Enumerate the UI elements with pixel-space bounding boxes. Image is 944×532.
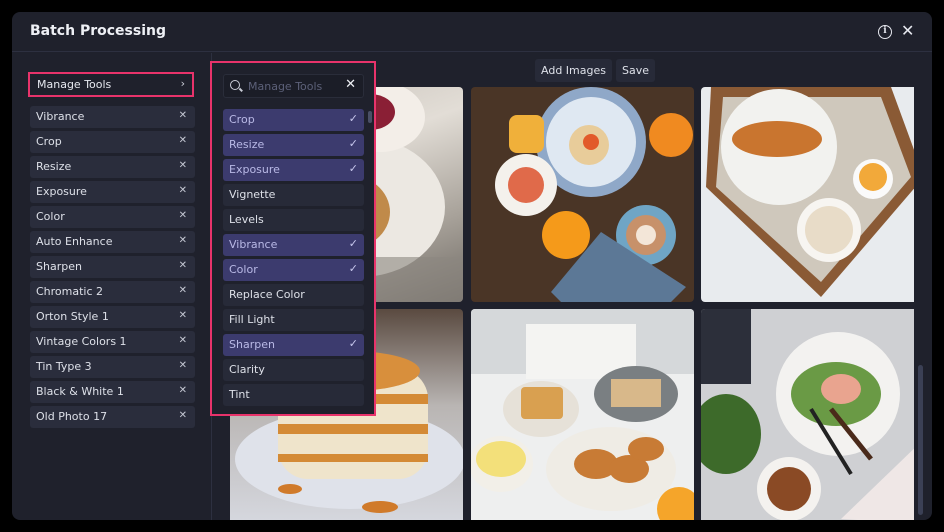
applied-tool-item[interactable]: Crop ✕ <box>30 131 195 153</box>
gallery-scrollbar-thumb[interactable] <box>918 365 923 515</box>
applied-tool-item[interactable]: Tin Type 3 ✕ <box>30 356 195 378</box>
tool-option-label: Vibrance <box>229 238 278 251</box>
applied-tool-label: Crop <box>36 135 62 148</box>
checkmark-icon: ✓ <box>348 337 358 350</box>
applied-tool-item[interactable]: Orton Style 1 ✕ <box>30 306 195 328</box>
tool-option-label: Resize <box>229 138 265 151</box>
window-title: Batch Processing <box>30 23 166 39</box>
tool-option-label: Levels <box>229 213 264 226</box>
applied-tool-label: Vintage Colors 1 <box>36 335 127 348</box>
applied-tools-list: Vibrance ✕ Crop ✕ Resize ✕ Exposure ✕ Color ✕ Auto… <box>30 106 195 431</box>
save-button[interactable]: Save <box>616 59 656 82</box>
info-icon[interactable]: i <box>878 25 892 39</box>
chevron-right-icon: › <box>180 77 185 90</box>
manage-tools-button[interactable]: Manage Tools › <box>28 72 194 97</box>
batch-processing-window: Batch Processing i ✕ Manage Tools › Vibr… <box>12 12 932 520</box>
applied-tool-item[interactable]: Vibrance ✕ <box>30 106 195 128</box>
applied-tools-panel: Manage Tools › Vibrance ✕ Crop ✕ Resize ✕ Expo… <box>12 53 212 520</box>
tool-option-item[interactable]: Crop ✓ <box>223 109 364 131</box>
remove-tool-icon[interactable]: ✕ <box>179 235 187 246</box>
tool-option-item[interactable]: Vibrance ✓ <box>223 234 364 256</box>
remove-tool-icon[interactable]: ✕ <box>179 410 187 421</box>
tool-option-item[interactable]: Vignette <box>223 184 364 206</box>
remove-tool-icon[interactable]: ✕ <box>179 360 187 371</box>
applied-tool-item[interactable]: Black & White 1 ✕ <box>30 381 195 403</box>
tool-option-label: Crop <box>229 113 255 126</box>
applied-tool-label: Orton Style 1 <box>36 310 109 323</box>
applied-tool-item[interactable]: Chromatic 2 ✕ <box>30 281 195 303</box>
tool-search-input[interactable] <box>248 78 338 94</box>
tool-option-label: Tint <box>229 388 250 401</box>
tool-option-item[interactable]: Color ✓ <box>223 259 364 281</box>
dropdown-scrollbar-thumb[interactable] <box>368 111 372 123</box>
applied-tool-item[interactable]: Sharpen ✕ <box>30 256 195 278</box>
remove-tool-icon[interactable]: ✕ <box>179 160 187 171</box>
checkmark-icon: ✓ <box>348 162 358 175</box>
remove-tool-icon[interactable]: ✕ <box>179 335 187 346</box>
remove-tool-icon[interactable]: ✕ <box>179 135 187 146</box>
gallery-image-salad-coffee[interactable] <box>701 309 914 520</box>
close-icon[interactable]: ✕ <box>901 22 914 40</box>
remove-tool-icon[interactable]: ✕ <box>179 385 187 396</box>
tool-option-item[interactable]: Tint <box>223 384 364 406</box>
applied-tool-item[interactable]: Old Photo 17 ✕ <box>30 406 195 428</box>
applied-tool-item[interactable]: Vintage Colors 1 ✕ <box>30 331 195 353</box>
checkmark-icon: ✓ <box>348 237 358 250</box>
applied-tool-label: Black & White 1 <box>36 385 124 398</box>
tool-option-label: Replace Color <box>229 288 305 301</box>
applied-tool-item[interactable]: Resize ✕ <box>30 156 195 178</box>
clear-search-icon[interactable]: ✕ <box>345 77 356 92</box>
remove-tool-icon[interactable]: ✕ <box>179 110 187 121</box>
gallery-image-waffles-croissants[interactable] <box>471 309 694 520</box>
applied-tool-item[interactable]: Auto Enhance ✕ <box>30 231 195 253</box>
tool-search-field: ✕ <box>223 74 364 98</box>
applied-tool-label: Sharpen <box>36 260 82 273</box>
tool-option-item[interactable]: Exposure ✓ <box>223 159 364 181</box>
applied-tool-label: Old Photo 17 <box>36 410 108 423</box>
tool-option-item[interactable]: Replace Color <box>223 284 364 306</box>
add-images-button[interactable]: Add Images <box>535 59 612 82</box>
applied-tool-label: Color <box>36 210 65 223</box>
applied-tool-label: Vibrance <box>36 110 85 123</box>
applied-tool-item[interactable]: Color ✕ <box>30 206 195 228</box>
tool-option-item[interactable]: Clarity <box>223 359 364 381</box>
remove-tool-icon[interactable]: ✕ <box>179 210 187 221</box>
remove-tool-icon[interactable]: ✕ <box>179 310 187 321</box>
salad-coffee-illustration <box>701 309 914 520</box>
tool-option-item[interactable]: Levels <box>223 209 364 231</box>
tool-option-item[interactable]: Sharpen ✓ <box>223 334 364 356</box>
remove-tool-icon[interactable]: ✕ <box>179 260 187 271</box>
tool-option-label: Sharpen <box>229 338 275 351</box>
breakfast-table-illustration <box>495 87 693 302</box>
tool-option-label: Exposure <box>229 163 280 176</box>
waffles-croissants-illustration <box>471 309 694 520</box>
applied-tool-label: Exposure <box>36 185 87 198</box>
checkmark-icon: ✓ <box>348 137 358 150</box>
tool-option-label: Vignette <box>229 188 276 201</box>
applied-tool-label: Chromatic 2 <box>36 285 104 298</box>
applied-tool-label: Tin Type 3 <box>36 360 92 373</box>
applied-tool-label: Auto Enhance <box>36 235 113 248</box>
gallery-image-croissant-tray[interactable] <box>701 87 914 302</box>
checkmark-icon: ✓ <box>348 262 358 275</box>
manage-tools-label: Manage Tools <box>37 78 112 91</box>
tool-options-list: Crop ✓ Resize ✓ Exposure ✓ Vignette Levels Vibra… <box>223 109 364 409</box>
tool-option-label: Clarity <box>229 363 265 376</box>
manage-tools-dropdown: ✕ Crop ✓ Resize ✓ Exposure ✓ Vignette Levels Vib… <box>210 61 376 416</box>
tool-option-item[interactable]: Fill Light <box>223 309 364 331</box>
search-icon <box>230 80 240 90</box>
title-bar: Batch Processing i ✕ <box>12 12 932 52</box>
checkmark-icon: ✓ <box>348 112 358 125</box>
gallery-image-breakfast-table[interactable] <box>471 87 694 302</box>
remove-tool-icon[interactable]: ✕ <box>179 185 187 196</box>
croissant-tray-illustration <box>706 87 914 297</box>
applied-tool-label: Resize <box>36 160 72 173</box>
tool-option-label: Fill Light <box>229 313 275 326</box>
tool-option-label: Color <box>229 263 258 276</box>
remove-tool-icon[interactable]: ✕ <box>179 285 187 296</box>
tool-option-item[interactable]: Resize ✓ <box>223 134 364 156</box>
applied-tool-item[interactable]: Exposure ✕ <box>30 181 195 203</box>
